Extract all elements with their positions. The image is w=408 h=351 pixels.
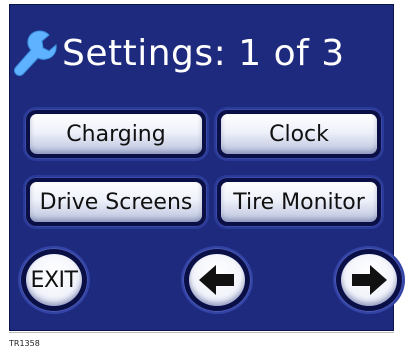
wrench-icon <box>14 30 57 76</box>
tire-monitor-button[interactable]: Tire Monitor <box>221 182 377 222</box>
page-title: Settings: 1 of 3 <box>62 32 345 74</box>
exit-button-frame: EXIT <box>20 248 88 312</box>
forward-button-frame <box>335 248 403 312</box>
back-button-frame <box>183 248 251 312</box>
exit-label: EXIT <box>30 267 78 293</box>
caption-divider <box>9 332 394 333</box>
screen-header: Settings: 1 of 3 <box>12 25 345 81</box>
settings-screen: Settings: 1 of 3 Charging Clock Drive Sc… <box>9 4 403 331</box>
back-button[interactable] <box>189 254 245 306</box>
drive-screens-button[interactable]: Drive Screens <box>30 182 202 222</box>
tire-monitor-button-frame: Tire Monitor <box>216 177 382 227</box>
charging-button-frame: Charging <box>25 109 207 159</box>
clock-button[interactable]: Clock <box>221 114 377 154</box>
forward-button[interactable] <box>341 254 397 306</box>
arrow-left-icon <box>199 265 234 295</box>
clock-button-frame: Clock <box>216 109 382 159</box>
exit-button[interactable]: EXIT <box>26 254 82 306</box>
charging-button[interactable]: Charging <box>30 114 202 154</box>
drive-screens-button-frame: Drive Screens <box>25 177 207 227</box>
arrow-right-icon <box>352 265 387 295</box>
figure-caption: TR1358 <box>9 339 40 348</box>
